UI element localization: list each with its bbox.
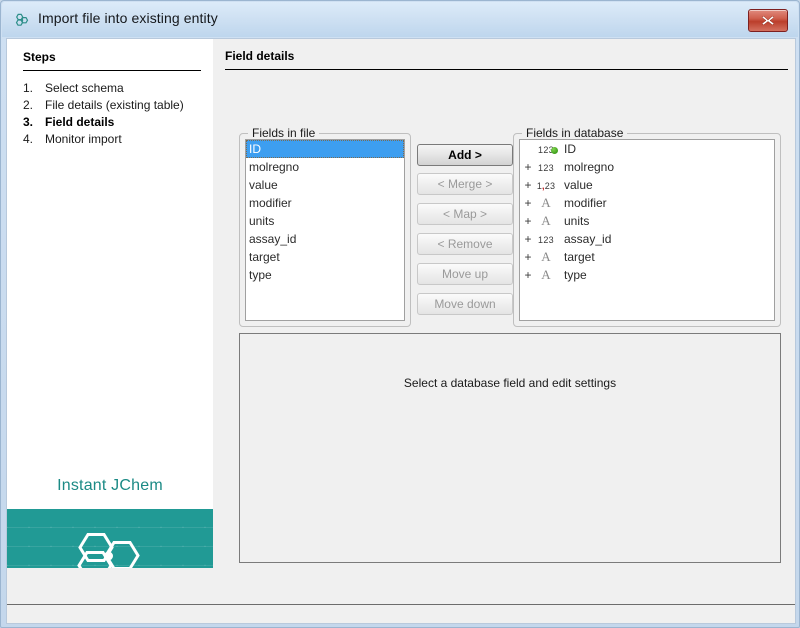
- expand-plus-icon: +: [523, 160, 533, 174]
- step-item-field-details: 3. Field details: [23, 114, 203, 130]
- step-label: Select schema: [45, 80, 203, 96]
- page-title: Field details: [225, 49, 294, 63]
- step-label: File details (existing table): [45, 97, 203, 113]
- steps-heading: Steps: [23, 50, 56, 64]
- fields-in-file-group: Fields in file ID molregno value modifie…: [239, 133, 411, 327]
- expand-plus-icon: +: [523, 178, 533, 192]
- field-name: ID: [559, 142, 576, 156]
- list-item[interactable]: + 123 assay_id: [520, 230, 774, 248]
- dialog-window: Import file into existing entity Steps 1…: [0, 0, 800, 628]
- list-item[interactable]: + 123 molregno: [520, 158, 774, 176]
- integer-key-type-icon: 123: [533, 142, 559, 156]
- expand-plus-icon: +: [523, 196, 533, 210]
- field-name: units: [559, 214, 589, 228]
- field-name: modifier: [559, 196, 607, 210]
- integer-type-icon: 123: [533, 160, 559, 174]
- list-item[interactable]: assay_id: [246, 230, 404, 248]
- list-item[interactable]: + A target: [520, 248, 774, 266]
- field-name: molregno: [559, 160, 614, 174]
- text-type-icon: A: [533, 195, 559, 211]
- expand-plus-icon: +: [523, 232, 533, 246]
- primary-key-dot-icon: [551, 147, 558, 154]
- footer-area: [7, 605, 795, 623]
- field-name: value: [559, 178, 593, 192]
- list-item[interactable]: + A units: [520, 212, 774, 230]
- step-label: Field details: [45, 114, 203, 130]
- text-type-icon: A: [533, 249, 559, 265]
- text-type-icon: A: [533, 213, 559, 229]
- cancel-button[interactable]: Cancel: [641, 623, 713, 624]
- steps-list: 1. Select schema 2. File details (existi…: [23, 80, 203, 148]
- fields-in-database-group: Fields in database 123 ID + 123 molregno: [513, 133, 781, 327]
- title-bar: Import file into existing entity: [2, 2, 798, 37]
- merge-button[interactable]: < Merge >: [417, 173, 513, 195]
- list-item[interactable]: type: [246, 266, 404, 284]
- next-button[interactable]: Next >: [489, 623, 561, 624]
- steps-panel: Steps 1. Select schema 2. File details (…: [7, 39, 213, 568]
- list-item[interactable]: + 1,23 value: [520, 176, 774, 194]
- list-item[interactable]: target: [246, 248, 404, 266]
- step-number: 4.: [23, 131, 45, 147]
- list-item[interactable]: 123 ID: [520, 140, 774, 158]
- field-settings-panel: Select a database field and edit setting…: [239, 333, 781, 563]
- field-name: type: [559, 268, 587, 282]
- steps-heading-rule: [23, 70, 201, 71]
- list-item[interactable]: value: [246, 176, 404, 194]
- list-item[interactable]: modifier: [246, 194, 404, 212]
- list-item[interactable]: molregno: [246, 158, 404, 176]
- list-item[interactable]: ID: [246, 140, 404, 158]
- fields-in-database-label: Fields in database: [522, 126, 627, 140]
- close-icon: [761, 14, 775, 27]
- step-item-monitor-import: 4. Monitor import: [23, 131, 203, 147]
- map-button[interactable]: < Map >: [417, 203, 513, 225]
- decimal-type-icon: 1,23: [533, 178, 559, 192]
- step-item-file-details: 2. File details (existing table): [23, 97, 203, 113]
- fields-in-database-list[interactable]: 123 ID + 123 molregno + 1,23: [519, 139, 775, 321]
- brand-name: Instant JChem: [7, 477, 213, 495]
- step-number: 2.: [23, 97, 45, 113]
- step-label: Monitor import: [45, 131, 203, 147]
- expand-plus-icon: +: [523, 214, 533, 228]
- list-item[interactable]: + A modifier: [520, 194, 774, 212]
- step-number: 1.: [23, 80, 45, 96]
- expand-plus-icon: +: [523, 250, 533, 264]
- move-up-button[interactable]: Move up: [417, 263, 513, 285]
- move-down-button[interactable]: Move down: [417, 293, 513, 315]
- fields-in-file-list[interactable]: ID molregno value modifier units assay_i…: [245, 139, 405, 321]
- step-item-select-schema: 1. Select schema: [23, 80, 203, 96]
- expand-plus-icon: +: [523, 268, 533, 282]
- dialog-client-area: Steps 1. Select schema 2. File details (…: [6, 38, 796, 624]
- help-button[interactable]: Help: [717, 623, 789, 624]
- close-button[interactable]: [748, 9, 788, 32]
- remove-button[interactable]: < Remove: [417, 233, 513, 255]
- molecule-hexagon-logo: [74, 522, 146, 568]
- settings-placeholder-text: Select a database field and edit setting…: [240, 376, 780, 390]
- text-type-icon: A: [533, 267, 559, 283]
- molecule-hexagon-icon: [13, 11, 31, 29]
- back-button[interactable]: < Back: [413, 623, 485, 624]
- step-number: 3.: [23, 114, 45, 130]
- field-name: assay_id: [559, 232, 611, 246]
- fields-in-file-label: Fields in file: [248, 126, 319, 140]
- field-name: target: [559, 250, 595, 264]
- window-title: Import file into existing entity: [38, 10, 218, 26]
- add-button[interactable]: Add >: [417, 144, 513, 166]
- brand-banner: [7, 509, 213, 568]
- list-item[interactable]: + A type: [520, 266, 774, 284]
- finish-button[interactable]: Finish: [565, 623, 637, 624]
- integer-type-icon: 123: [533, 232, 559, 246]
- list-item[interactable]: units: [246, 212, 404, 230]
- page-title-rule: [225, 69, 788, 70]
